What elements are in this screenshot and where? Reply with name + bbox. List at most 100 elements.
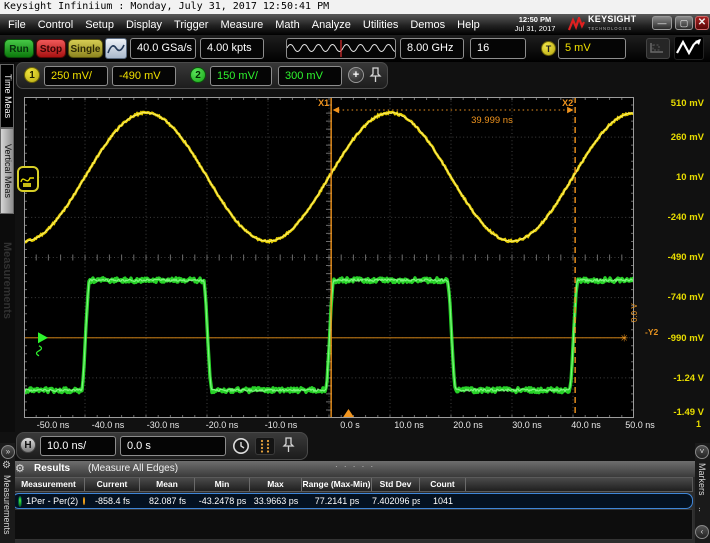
haxis-label: -10.0 ns	[265, 420, 298, 430]
menu-setup[interactable]: Setup	[81, 19, 118, 31]
haxis-label: 20.0 ns	[453, 420, 483, 430]
results-title: Results	[34, 463, 70, 474]
waveform-arrow-icon	[675, 37, 703, 59]
acquisition-preview[interactable]	[286, 38, 396, 59]
markers-tab[interactable]: Markers	[697, 463, 707, 496]
results-empty-area	[12, 509, 693, 540]
vaxis-label: 10 mV	[640, 172, 704, 183]
menu-demos[interactable]: Demos	[406, 19, 449, 31]
maximize-button[interactable]: ▢	[675, 16, 693, 30]
menu-analyze[interactable]: Analyze	[308, 19, 355, 31]
menu-control[interactable]: Control	[34, 19, 77, 31]
measurement-enabled-icon[interactable]	[18, 496, 22, 507]
channel2-badge[interactable]: 2	[190, 67, 206, 83]
y2-marker-label[interactable]: -Y2	[645, 327, 658, 337]
markers-tab-dots: ..	[697, 507, 707, 512]
gear-icon[interactable]: ⚙	[15, 462, 25, 475]
keysight-logo: KEYSIGHT TECHNOLOGIES	[568, 15, 636, 33]
haxis-label: 50.0 ns	[625, 420, 655, 430]
delayed-sweep-button[interactable]	[232, 437, 250, 455]
vaxis-label: -490 mV	[640, 252, 704, 263]
gear-icon-small[interactable]: ⚙	[2, 460, 11, 471]
close-button[interactable]: ✕	[695, 16, 709, 30]
col-current[interactable]: Current	[85, 478, 140, 491]
clock-date: Jul 31, 2017	[500, 24, 570, 33]
menu-file[interactable]: File	[4, 19, 30, 31]
channel2-offset-field[interactable]: 300 mV	[278, 66, 342, 86]
sample-rate-field[interactable]: 40.0 GSa/s	[130, 38, 196, 59]
expand-markers-button[interactable]: ‹	[695, 525, 709, 539]
results-panel: ⚙ Results (Measure All Edges) · · · · · …	[0, 461, 710, 543]
measurements-tab[interactable]: Measurements	[2, 475, 12, 535]
single-button[interactable]: Single	[68, 39, 103, 58]
menu-trigger[interactable]: Trigger	[170, 19, 212, 31]
results-header[interactable]: ⚙ Results (Measure All Edges) · · · · ·	[0, 461, 710, 477]
menu-math[interactable]: Math	[271, 19, 303, 31]
col-mean[interactable]: Mean	[140, 478, 195, 491]
trigger-level-field[interactable]: 5 mV	[558, 38, 626, 59]
tab-vertical-meas[interactable]: Vertical Meas	[0, 128, 14, 214]
results-subtitle: (Measure All Edges)	[88, 463, 178, 474]
touch-waveform-button[interactable]	[674, 36, 704, 60]
brand-subtext: TECHNOLOGIES	[588, 24, 636, 33]
pin-hbar-button[interactable]	[281, 436, 296, 455]
minimize-button[interactable]: —	[652, 16, 672, 30]
menu-display[interactable]: Display	[122, 19, 166, 31]
svg-text:39.999 ns: 39.999 ns	[471, 115, 513, 126]
oscilloscope-app: Keysight Infiniium : Monday, July 31, 20…	[0, 0, 710, 543]
trigger-source-indicator: 1	[696, 419, 701, 429]
zoom-region-icon	[647, 39, 669, 58]
y2-marker-value: 0.0 V	[630, 303, 639, 322]
menu-utilities[interactable]: Utilities	[359, 19, 402, 31]
channel1-marker-icon	[19, 168, 37, 190]
col-min[interactable]: Min	[195, 478, 250, 491]
col-stddev[interactable]: Std Dev	[372, 478, 420, 491]
segmented-memory-button[interactable]	[255, 437, 275, 455]
col-range[interactable]: Range (Max-Min)	[302, 478, 372, 491]
pin-channel-bar-button[interactable]	[368, 66, 383, 85]
trigger-badge[interactable]: T	[541, 41, 556, 56]
svg-text:X1: X1	[318, 98, 329, 108]
svg-text:X2: X2	[562, 98, 573, 108]
timebase-position-field[interactable]: 0.0 s	[120, 436, 226, 456]
menu-measure[interactable]: Measure	[216, 19, 267, 31]
col-count[interactable]: Count	[420, 478, 466, 491]
tab-time-meas[interactable]: Time Meas	[0, 64, 14, 128]
bandwidth-field[interactable]: 8.00 GHz	[400, 38, 464, 59]
vaxis-label: 510 mV	[640, 98, 704, 109]
measurement-row[interactable]: 1Per - Per(2) -858.4 fs 82.087 fs -43.24…	[12, 493, 693, 509]
channel2-scale-field[interactable]: 150 mV/	[210, 66, 272, 86]
vaxis-label: -1.24 V	[640, 373, 704, 384]
left-bottom-strip: » ⚙ Measurements	[0, 443, 15, 543]
collapse-markers-button[interactable]: ˅	[695, 445, 709, 459]
horizontal-badge[interactable]: H	[20, 437, 36, 453]
averages-field[interactable]: 16	[470, 38, 526, 59]
menu-help[interactable]: Help	[453, 19, 484, 31]
drag-handle[interactable]: · · · · ·	[335, 462, 375, 471]
channel1-badge[interactable]: 1	[24, 67, 40, 83]
keysight-spark-icon	[568, 17, 585, 32]
scope-canvas[interactable]: ✳X1X239.999 ns	[24, 97, 634, 418]
vaxis-label: -740 mV	[640, 292, 704, 303]
add-channel-button[interactable]: +	[348, 67, 364, 83]
channel1-ground-marker[interactable]	[17, 166, 39, 192]
timebase-scale-field[interactable]: 10.0 ns/	[40, 436, 116, 456]
expand-left-panel-button[interactable]: »	[1, 445, 15, 459]
cell-current: -858.4 fs	[85, 496, 140, 506]
results-table-header: Measurement Current Mean Min Max Range (…	[12, 477, 693, 492]
col-max[interactable]: Max	[250, 478, 302, 491]
zoom-region-button[interactable]	[646, 38, 670, 59]
channel1-scale-field[interactable]: 250 mV/	[44, 66, 108, 86]
waveform-setup-button[interactable]	[105, 38, 127, 59]
haxis-label: -40.0 ns	[92, 420, 125, 430]
run-button[interactable]: Run	[4, 39, 34, 58]
channel1-offset-field[interactable]: -490 mV	[112, 66, 176, 86]
stop-button[interactable]: Stop	[36, 39, 66, 58]
col-measurement[interactable]: Measurement	[13, 478, 85, 491]
haxis-label: 30.0 ns	[512, 420, 542, 430]
cell-stddev: 7.402096 ps	[372, 496, 420, 506]
memory-depth-field[interactable]: 4.00 kpts	[200, 38, 264, 59]
left-tab-strip: Time Meas Vertical Meas Measurements	[0, 62, 15, 432]
clock: 12:50 PM Jul 31, 2017	[500, 15, 570, 33]
cell-count: 1041	[420, 496, 466, 506]
